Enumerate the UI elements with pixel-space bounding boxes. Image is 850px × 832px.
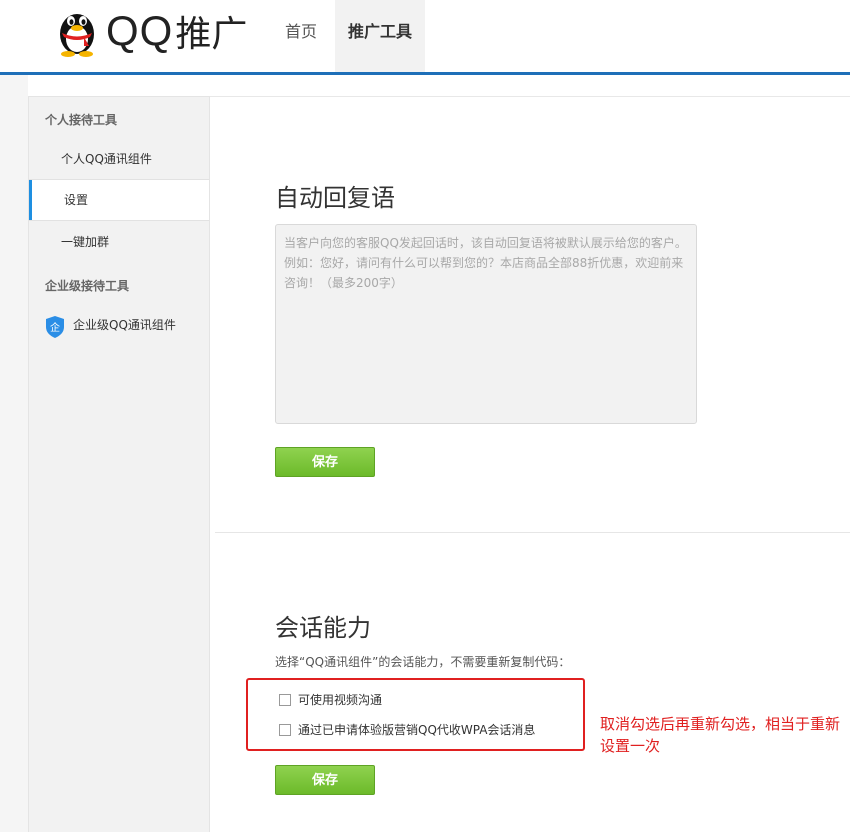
session-save-button[interactable]: 保存 (275, 765, 375, 795)
red-annotation-note: 取消勾选后再重新勾选，相当于重新设置一次 (600, 715, 841, 755)
sidebar: 个人接待工具 个人QQ通讯组件 设置 一键加群 企业级接待工具 企 企业级QQ通… (28, 96, 210, 832)
sidebar-item-enterprise-qq-widget[interactable]: 企业级QQ通讯组件 (29, 305, 209, 345)
content-top-border (210, 96, 850, 97)
wpa-message-option[interactable]: 通过已申请体验版营销QQ代收WPA会话消息 (279, 721, 535, 738)
sidebar-separator (29, 220, 209, 221)
nav-promo-tools-tab[interactable]: 推广工具 (335, 0, 425, 72)
sidebar-group-personal: 个人接待工具 (45, 113, 118, 127)
qq-penguin-logo-icon[interactable] (54, 6, 100, 58)
brand-qq-text: QQ (106, 7, 174, 54)
auto-reply-textarea[interactable] (275, 224, 697, 424)
annotation-highlight-box (246, 678, 585, 751)
header-divider (0, 72, 850, 75)
video-chat-checkbox[interactable] (279, 693, 291, 706)
brand-title: QQ 推广 (106, 7, 248, 55)
brand-cn-text: 推广 (175, 14, 248, 55)
sidebar-item-personal-qq-widget[interactable]: 个人QQ通讯组件 (29, 139, 209, 179)
auto-reply-save-button[interactable]: 保存 (275, 447, 375, 477)
top-header: QQ 推广 首页 推广工具 (0, 0, 850, 72)
left-margin (0, 75, 28, 832)
nav-home-link[interactable]: 首页 (270, 0, 332, 72)
video-chat-option[interactable]: 可使用视频沟通 (279, 691, 382, 708)
session-ability-description: 选择“QQ通讯组件”的会话能力，不需要重新复制代码： (275, 655, 571, 669)
wpa-message-checkbox[interactable] (279, 723, 291, 736)
wpa-message-label: 通过已申请体验版营销QQ代收WPA会话消息 (298, 723, 536, 737)
video-chat-label: 可使用视频沟通 (298, 693, 383, 707)
sidebar-item-join-group[interactable]: 一键加群 (29, 222, 209, 262)
section-divider (215, 532, 850, 533)
session-ability-title: 会话能力 (275, 614, 371, 642)
auto-reply-title: 自动回复语 (275, 184, 395, 212)
sidebar-item-settings[interactable]: 设置 (29, 180, 209, 220)
sidebar-group-enterprise: 企业级接待工具 (45, 279, 130, 293)
